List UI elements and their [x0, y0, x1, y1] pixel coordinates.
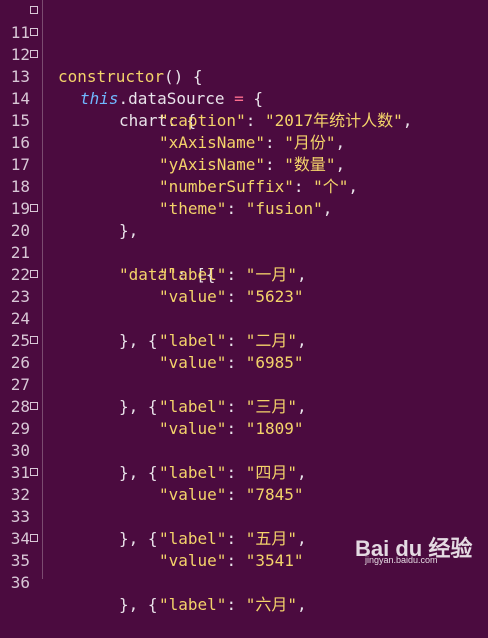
code-line[interactable]: 13 chart: {: [0, 44, 488, 130]
code-line[interactable]: 23 }, {: [0, 264, 488, 350]
fold-toggle-icon[interactable]: [30, 28, 38, 36]
code-line[interactable]: 19 },: [0, 176, 488, 240]
code-line[interactable]: 26 }, {: [0, 330, 488, 416]
code-line[interactable]: 34 "value": "3541": [0, 506, 488, 570]
code-line[interactable]: 15 "xAxisName": "月份",: [0, 88, 488, 152]
code-line[interactable]: 24 "label": "二月",: [0, 286, 488, 350]
baidu-jingyan-watermark: Bai du 经验 jingyan.baidu.com: [355, 531, 480, 567]
code-editor[interactable]: 11 constructor() { 12 this.dataSource = …: [0, 0, 488, 614]
code-line[interactable]: 32 }, {: [0, 462, 488, 548]
code-line[interactable]: 21 "label": "一月",: [0, 220, 488, 284]
token-punct: ,: [296, 595, 307, 614]
code-line[interactable]: 29 }, {: [0, 396, 488, 482]
fold-toggle-icon[interactable]: [30, 50, 38, 58]
watermark-url: jingyan.baidu.com: [365, 555, 438, 565]
code-line[interactable]: 14 "caption": "2017年统计人数",: [0, 66, 488, 130]
code-line[interactable]: 27 "label": "三月",: [0, 352, 488, 416]
code-line[interactable]: 12 this.dataSource = {: [0, 22, 488, 108]
code-line[interactable]: 31 "value": "7845": [0, 440, 488, 504]
fold-toggle-icon[interactable]: [30, 204, 38, 212]
code-line[interactable]: 16 "yAxisName": "数量",: [0, 110, 488, 174]
code-line[interactable]: 33 "label": "五月",: [0, 484, 488, 548]
code-line[interactable]: 18 "theme": "fusion",: [0, 154, 488, 218]
code-line[interactable]: 30 "label": "四月",: [0, 418, 488, 482]
code-line[interactable]: 17 "numberSuffix": "个",: [0, 132, 488, 196]
token-punct: }, {: [119, 595, 158, 614]
fold-toggle-icon[interactable]: [30, 336, 38, 344]
token-key: "label": [159, 595, 227, 614]
code-line[interactable]: 28 "value": "1809": [0, 374, 488, 438]
code-line[interactable]: 22 "value": "5623": [0, 242, 488, 306]
code-line[interactable]: 20 "data": [{: [0, 198, 488, 284]
token-punct: :: [226, 595, 246, 614]
token-string: "六月": [245, 595, 297, 614]
fold-toggle-icon[interactable]: [30, 402, 38, 410]
fold-toggle-icon[interactable]: [30, 270, 38, 278]
code-line[interactable]: 11 constructor() {: [0, 0, 488, 86]
fold-toggle-icon[interactable]: [30, 534, 38, 542]
fold-toggle-icon[interactable]: [30, 468, 38, 476]
fold-toggle-icon[interactable]: [30, 6, 38, 14]
code-line[interactable]: 25 "value": "6985": [0, 308, 488, 372]
line-number: 36: [10, 573, 30, 592]
